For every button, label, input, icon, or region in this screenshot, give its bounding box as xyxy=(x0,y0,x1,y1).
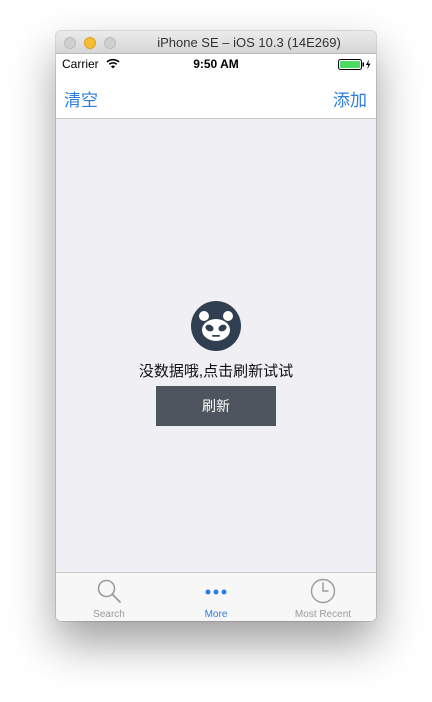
tab-search-label: Search xyxy=(93,609,125,620)
simulator-window: iPhone SE – iOS 10.3 (14E269) Carrier 9:… xyxy=(56,31,376,621)
clear-button[interactable]: 清空 xyxy=(64,86,98,111)
device-screen: Carrier 9:50 AM 清空 添加 没数据哦,点击刷新试试 刷新 Sea… xyxy=(56,54,376,621)
navigation-bar: 清空 添加 xyxy=(56,74,376,119)
tab-more[interactable]: More xyxy=(163,573,269,621)
more-icon xyxy=(205,589,227,595)
battery-icon xyxy=(338,59,371,70)
tab-search[interactable]: Search xyxy=(56,573,162,621)
panda-icon xyxy=(191,301,241,351)
window-titlebar: iPhone SE – iOS 10.3 (14E269) xyxy=(56,31,376,54)
tab-more-label: More xyxy=(204,609,228,620)
clock-icon xyxy=(310,578,336,604)
search-icon xyxy=(97,579,121,603)
empty-message: 没数据哦,点击刷新试试 xyxy=(138,363,294,380)
zoom-button[interactable] xyxy=(104,37,116,49)
add-button[interactable]: 添加 xyxy=(333,86,367,111)
tab-bar: Search More Most Recent xyxy=(56,572,376,621)
tab-most-recent[interactable]: Most Recent xyxy=(270,573,376,621)
status-time: 9:50 AM xyxy=(193,57,239,71)
refresh-button[interactable]: 刷新 xyxy=(156,386,276,426)
close-button[interactable] xyxy=(64,37,76,49)
status-bar: Carrier 9:50 AM xyxy=(56,54,376,74)
window-title: iPhone SE – iOS 10.3 (14E269) xyxy=(157,35,341,50)
tab-most-recent-label: Most Recent xyxy=(294,609,352,620)
empty-state: 没数据哦,点击刷新试试 刷新 xyxy=(56,119,376,572)
minimize-button[interactable] xyxy=(84,37,96,49)
